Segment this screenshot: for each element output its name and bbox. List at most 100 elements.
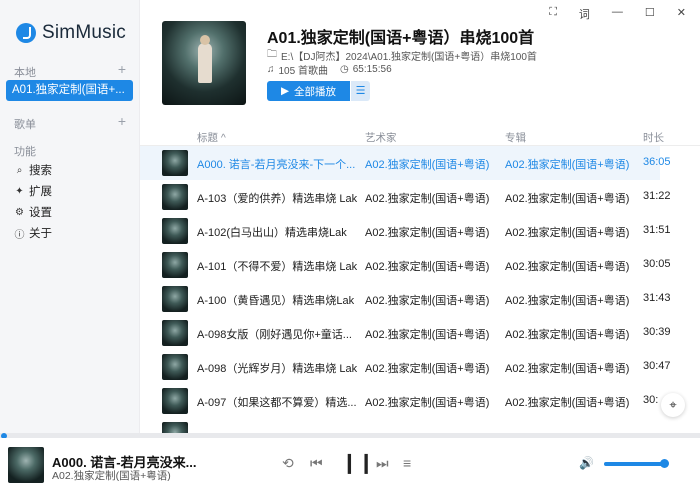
sidebar-item-label: 设置 bbox=[29, 207, 52, 219]
play-icon: ▶ bbox=[280, 85, 290, 97]
add-to-queue-button[interactable]: ☰ bbox=[351, 81, 370, 101]
total-duration: 65:15:56 bbox=[352, 64, 392, 75]
song-duration: 30:05 bbox=[643, 258, 671, 270]
volume-slider-fill bbox=[604, 462, 664, 466]
table-row[interactable]: A-102(白马出山）精选串烧Lak A02.独家定制(国语+粤语) A02.独… bbox=[140, 214, 671, 248]
header-artist[interactable]: 艺术家 bbox=[365, 130, 397, 145]
song-artist: A02.独家定制(国语+粤语) bbox=[365, 329, 490, 341]
add-local-icon[interactable]: + bbox=[118, 62, 126, 80]
close-icon[interactable]: ✕ bbox=[677, 6, 686, 22]
table-row[interactable]: A-101（不得不爱）精选串烧 Lak A02.独家定制(国语+粤语) A02.… bbox=[140, 248, 671, 282]
clock-icon: ◷ bbox=[339, 64, 349, 75]
next-track-icon[interactable]: ⏭ bbox=[376, 455, 389, 472]
song-artist: A02.独家定制(国语+粤语) bbox=[365, 295, 490, 307]
song-artist: A02.独家定制(国语+粤语) bbox=[365, 227, 490, 239]
song-artist: A02.独家定制(国语+粤语) bbox=[365, 261, 490, 273]
song-thumbnail bbox=[162, 184, 188, 210]
window-controls: ⛶ 词 — ☐ ✕ bbox=[549, 6, 686, 22]
song-album: A02.独家定制(国语+粤语) bbox=[505, 159, 630, 171]
sidebar-item-settings[interactable]: ⚙ 设置 bbox=[14, 204, 52, 220]
song-thumbnail bbox=[162, 388, 188, 414]
playlist-section-label: 歌单 bbox=[14, 119, 36, 131]
functions-section-label: 功能 bbox=[14, 146, 36, 158]
table-row[interactable]: A-103（爱的供养）精选串烧 Lak A02.独家定制(国语+粤语) A02.… bbox=[140, 180, 671, 214]
playlist-path-text: E:\【DJ阿杰】2024\A01.独家定制(国语+粤语）串烧100首 bbox=[281, 52, 537, 63]
table-row[interactable]: A-098（光辉岁月）精选串烧 Lak A02.独家定制(国语+粤语) A02.… bbox=[140, 350, 671, 384]
sidebar-item-about[interactable]: ⓘ 关于 bbox=[14, 225, 53, 241]
sidebar-item-label: 关于 bbox=[29, 228, 52, 240]
add-playlist-icon[interactable]: + bbox=[118, 114, 126, 132]
info-icon: ⓘ bbox=[14, 229, 25, 241]
song-thumbnail bbox=[162, 354, 188, 380]
song-title: A-097（如果这都不算爱）精选... bbox=[197, 397, 357, 409]
song-count: 105 首歌曲 bbox=[278, 66, 328, 77]
song-artist: A02.独家定制(国语+粤语) bbox=[365, 159, 490, 171]
extension-icon: ✦ bbox=[15, 185, 24, 197]
sidebar-item-label: 搜索 bbox=[29, 165, 52, 177]
search-icon: ⌕ bbox=[16, 164, 23, 176]
table-row[interactable]: A-098女版（刚好遇见你+童话... A02.独家定制(国语+粤语) A02.… bbox=[140, 316, 671, 350]
song-title: A000. 诺言-若月亮没来-下一个... bbox=[197, 159, 356, 171]
maximize-icon[interactable]: ☐ bbox=[645, 6, 655, 22]
volume-icon[interactable]: 🔊 bbox=[579, 456, 594, 470]
locate-current-button[interactable]: ⌖ bbox=[661, 393, 685, 417]
header-album[interactable]: 专辑 bbox=[505, 130, 526, 145]
loop-mode-icon[interactable]: ⟲ bbox=[282, 455, 294, 472]
table-row[interactable]: A-100（黄昏遇见）精选串烧Lak A02.独家定制(国语+粤语) A02.独… bbox=[140, 282, 671, 316]
song-thumbnail bbox=[162, 218, 188, 244]
song-title: A-101（不得不爱）精选串烧 Lak bbox=[197, 261, 358, 273]
mini-mode-icon[interactable]: ⛶ bbox=[549, 6, 557, 22]
playlist-queue-icon[interactable]: ≡ bbox=[403, 455, 411, 471]
song-album: A02.独家定制(国语+粤语) bbox=[505, 295, 630, 307]
song-title: A-102(白马出山）精选串烧Lak bbox=[197, 227, 347, 239]
lyrics-button[interactable]: 词 bbox=[579, 6, 590, 22]
pause-icon[interactable]: ❙❙ bbox=[341, 450, 375, 475]
song-duration: 31:51 bbox=[643, 224, 671, 236]
now-playing-album: A02.独家定制(国语+粤语) bbox=[52, 470, 171, 482]
play-all-label: 全部播放 bbox=[294, 85, 337, 98]
song-thumbnail bbox=[162, 286, 188, 312]
song-artist: A02.独家定制(国语+粤语) bbox=[365, 193, 490, 205]
song-thumbnail bbox=[162, 422, 188, 433]
song-album: A02.独家定制(国语+粤语) bbox=[505, 261, 630, 273]
song-album: A02.独家定制(国语+粤语) bbox=[505, 193, 630, 205]
playlist-title: A01.独家定制(国语+粤语）串烧100首 bbox=[267, 30, 535, 47]
functions-section-header: 功能 bbox=[14, 143, 126, 159]
sidebar-item-extensions[interactable]: ✦ 扩展 bbox=[14, 183, 52, 199]
sidebar-item-local-playlist[interactable]: A01.独家定制(国语+... bbox=[6, 80, 133, 101]
song-title: A-098女版（刚好遇见你+童话... bbox=[197, 329, 352, 341]
logo-icon bbox=[16, 23, 36, 43]
previous-track-icon[interactable]: ⏮ bbox=[310, 455, 323, 472]
playlist-stats: ♫ 105 首歌曲 ◷ 65:15:56 bbox=[267, 62, 392, 77]
table-row[interactable]: A000. 诺言-若月亮没来-下一个... A02.独家定制(国语+粤语) A0… bbox=[140, 146, 671, 180]
song-duration: 30:39 bbox=[643, 326, 671, 338]
song-thumbnail bbox=[162, 150, 188, 176]
song-duration: 31:43 bbox=[643, 292, 671, 304]
app-name: SimMusic bbox=[42, 22, 126, 43]
playlist-section-header: 歌单 + bbox=[14, 114, 126, 132]
table-row[interactable] bbox=[140, 418, 660, 433]
playlist-cover bbox=[162, 21, 246, 105]
song-album: A02.独家定制(国语+粤语) bbox=[505, 363, 630, 375]
header-duration[interactable]: 时长 bbox=[643, 130, 664, 145]
song-artist: A02.独家定制(国语+粤语) bbox=[365, 363, 490, 375]
song-duration: 31:22 bbox=[643, 190, 671, 202]
song-title: A-098（光辉岁月）精选串烧 Lak bbox=[197, 363, 358, 375]
app-window: SimMusic 本地 + A01.独家定制(国语+... 歌单 + 功能 ⌕ … bbox=[0, 0, 700, 490]
play-all-button[interactable]: ▶ 全部播放 bbox=[267, 81, 350, 101]
header-title[interactable]: 标题 ^ bbox=[197, 130, 226, 145]
local-section-label: 本地 bbox=[14, 67, 36, 79]
music-note-icon: ♫ bbox=[267, 64, 275, 75]
song-album: A02.独家定制(国语+粤语) bbox=[505, 329, 630, 341]
song-duration: 30:47 bbox=[643, 360, 671, 372]
minimize-icon[interactable]: — bbox=[612, 6, 623, 22]
song-album: A02.独家定制(国语+粤语) bbox=[505, 397, 630, 409]
song-artist: A02.独家定制(国语+粤语) bbox=[365, 397, 490, 409]
song-album: A02.独家定制(国语+粤语) bbox=[505, 227, 630, 239]
sidebar-item-label: 扩展 bbox=[29, 186, 52, 198]
app-logo: SimMusic bbox=[16, 22, 126, 44]
now-playing-cover[interactable] bbox=[8, 447, 44, 483]
table-row[interactable]: A-097（如果这都不算爱）精选... A02.独家定制(国语+粤语) A02.… bbox=[140, 384, 660, 418]
sidebar-item-search[interactable]: ⌕ 搜索 bbox=[14, 162, 52, 178]
volume-slider-handle[interactable] bbox=[660, 459, 669, 468]
